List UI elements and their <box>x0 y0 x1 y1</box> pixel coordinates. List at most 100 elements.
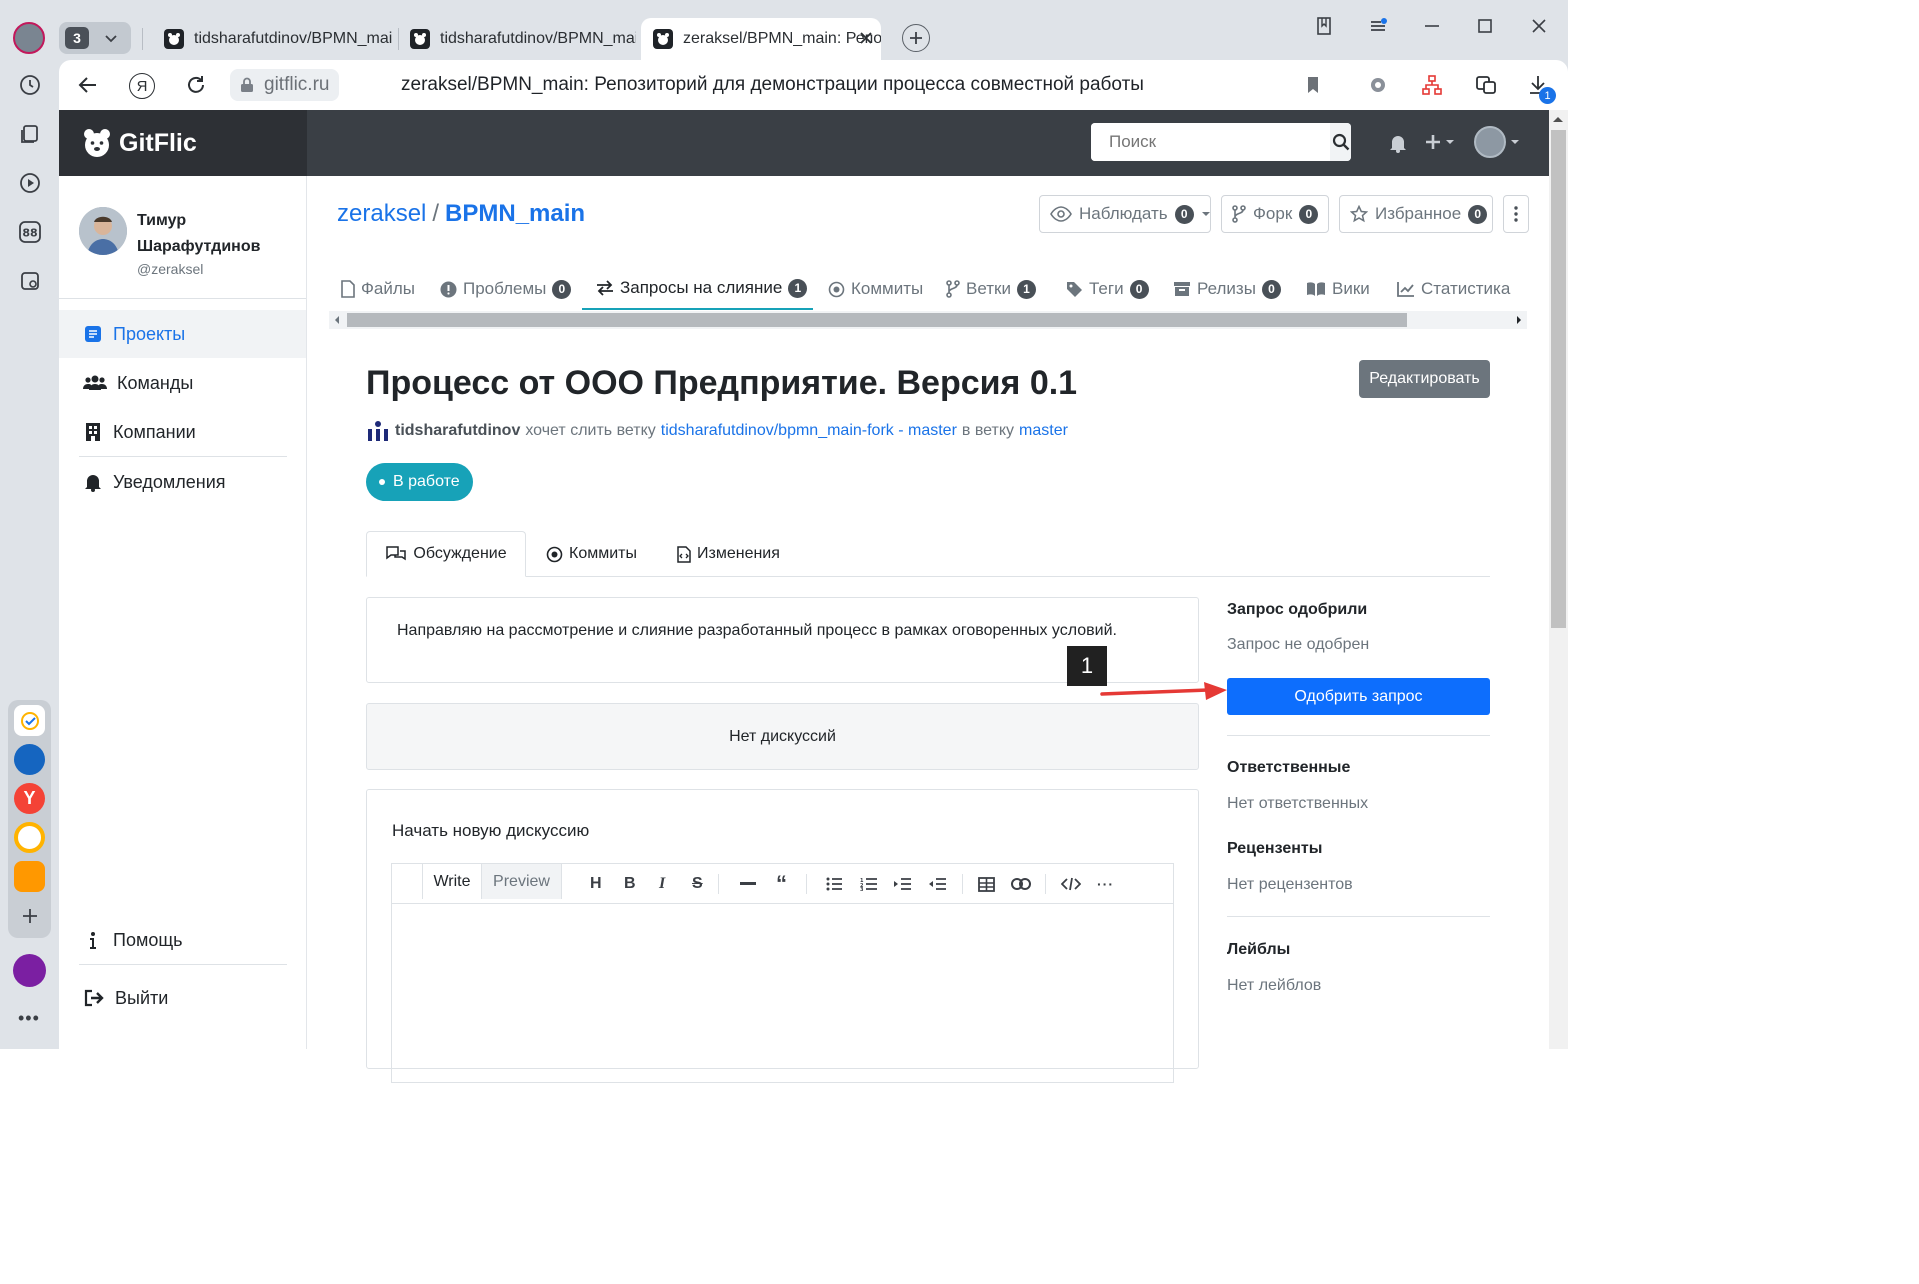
browser-tab-2[interactable]: tidsharafutdinov/BPMN_main <box>398 18 636 60</box>
screenshot-icon[interactable] <box>14 265 46 297</box>
yandex-app-icon[interactable]: Y <box>14 783 45 814</box>
comment-textarea[interactable] <box>392 905 1173 1082</box>
more-icon[interactable]: ••• <box>18 1008 40 1029</box>
messenger-app-icon[interactable] <box>14 744 45 775</box>
mail-app-icon[interactable] <box>14 861 45 892</box>
tab-wiki[interactable]: Вики <box>1306 268 1370 310</box>
tab-releases[interactable]: Релизы 0 <box>1173 268 1281 310</box>
heading-icon[interactable]: H <box>590 874 602 894</box>
extension-icon[interactable] <box>1366 73 1390 97</box>
search-icon[interactable] <box>1330 123 1351 161</box>
watch-button[interactable]: Наблюдать 0 <box>1039 195 1211 233</box>
write-tab[interactable]: Write <box>422 864 482 899</box>
page-scrollbar[interactable] <box>1549 110 1568 1049</box>
profile-avatar[interactable] <box>13 22 45 54</box>
numbered-list-icon[interactable]: 123 <box>860 874 877 894</box>
sidebar-item-projects[interactable]: Проекты <box>59 310 306 358</box>
user-avatar[interactable] <box>79 207 127 255</box>
minimize-icon[interactable] <box>1420 14 1444 38</box>
subtab-changes[interactable]: Изменения <box>677 531 780 577</box>
favorite-count: 0 <box>1468 204 1488 224</box>
scroll-up-icon[interactable] <box>1552 115 1564 123</box>
tab-issues[interactable]: Проблемы 0 <box>440 268 572 310</box>
close-window-icon[interactable] <box>1527 14 1551 38</box>
approve-button[interactable]: Одобрить запрос <box>1227 678 1490 715</box>
horizontal-rule-icon[interactable] <box>740 874 756 894</box>
history-icon[interactable] <box>14 69 46 101</box>
new-tab-icon[interactable] <box>902 24 930 52</box>
translate-icon[interactable] <box>1474 73 1498 97</box>
author-link[interactable]: tidsharafutdinov <box>395 422 520 440</box>
browser-tab-1[interactable]: tidsharafutdinov/BPMN_main <box>152 18 392 60</box>
preview-tab[interactable]: Preview <box>482 864 562 899</box>
tab-commits[interactable]: Коммиты <box>828 268 923 310</box>
scroll-left-icon[interactable] <box>333 315 341 325</box>
more-actions-button[interactable] <box>1503 195 1529 233</box>
scroll-right-icon[interactable] <box>1515 315 1523 325</box>
url-page-title[interactable]: zeraksel/BPMN_main: Репозиторий для демо… <box>401 74 1144 96</box>
sidebar-logout[interactable]: Выйти <box>59 974 306 1022</box>
music-app-icon[interactable] <box>14 822 45 853</box>
target-branch-link[interactable]: master <box>1019 422 1068 440</box>
italic-icon[interactable]: I <box>659 874 665 894</box>
alice-icon[interactable] <box>13 954 46 987</box>
table-icon[interactable] <box>978 874 995 894</box>
sidebar-item-teams[interactable]: Команды <box>59 359 306 407</box>
bookmarks-panel-icon[interactable] <box>1312 14 1336 38</box>
new-discussion-title: Начать новую дискуссию <box>392 821 590 840</box>
yandex-home-icon[interactable]: Я <box>129 73 155 99</box>
bold-icon[interactable]: B <box>624 874 636 894</box>
close-tab-icon[interactable] <box>858 30 874 46</box>
bell-icon[interactable] <box>1389 133 1407 153</box>
favorite-button[interactable]: Избранное 0 <box>1339 195 1493 233</box>
author-avatar <box>366 420 390 442</box>
subtab-discussion[interactable]: Обсуждение <box>366 531 526 577</box>
user-full-name[interactable]: Тимур Шарафутдинов <box>137 208 260 260</box>
fork-button[interactable]: Форк 0 <box>1221 195 1329 233</box>
sidebar-help[interactable]: Помощь <box>59 916 306 964</box>
tab-files[interactable]: Файлы <box>341 268 415 310</box>
tabs-scrollbar[interactable] <box>329 311 1527 329</box>
add-app-icon[interactable] <box>14 900 46 932</box>
tab-group-button[interactable]: 3 <box>59 22 131 54</box>
subtab-commits[interactable]: Коммиты <box>546 531 637 577</box>
scrollbar-thumb[interactable] <box>1551 130 1566 628</box>
tab-statistics[interactable]: Статистика <box>1397 268 1510 310</box>
strikethrough-icon[interactable]: S <box>692 874 703 894</box>
reload-icon[interactable] <box>184 73 208 97</box>
sitemap-extension-icon[interactable] <box>1420 73 1444 97</box>
repo-name-link[interactable]: BPMN_main <box>445 200 585 228</box>
tab-label: Вики <box>1332 279 1370 298</box>
browser-tab-active[interactable]: zeraksel/BPMN_main: Репозиторий <box>641 18 881 60</box>
maximize-icon[interactable] <box>1473 14 1497 38</box>
site-info-pill[interactable]: gitflic.ru <box>230 69 340 101</box>
collections-icon[interactable] <box>14 118 46 150</box>
menu-icon[interactable] <box>1366 14 1390 38</box>
scrollbar-thumb[interactable] <box>347 313 1407 327</box>
create-menu-icon[interactable] <box>1424 133 1455 151</box>
sidebar-item-notifications[interactable]: Уведомления <box>59 458 306 506</box>
tab-merge-requests[interactable]: Запросы на слияние 1 <box>582 268 813 310</box>
gitflic-logo[interactable]: GitFlic <box>59 110 307 176</box>
logo-text: GitFlic <box>119 128 197 157</box>
more-tools-icon[interactable]: ··· <box>1097 874 1114 894</box>
bullet-list-icon[interactable] <box>826 874 842 894</box>
quote-icon[interactable]: “ <box>776 871 787 896</box>
app-88-icon[interactable]: 88 <box>14 216 46 248</box>
tab-tags[interactable]: Теги 0 <box>1066 268 1149 310</box>
tab-branches[interactable]: Ветки 1 <box>946 268 1036 310</box>
link-icon[interactable] <box>1011 874 1031 894</box>
search-input[interactable] <box>1091 123 1330 161</box>
indent-icon[interactable] <box>894 874 911 894</box>
code-icon[interactable] <box>1061 874 1081 894</box>
bookmark-icon[interactable] <box>1303 75 1323 95</box>
tasks-app-icon[interactable] <box>14 705 45 736</box>
edit-button[interactable]: Редактировать <box>1359 360 1490 398</box>
video-icon[interactable] <box>14 167 46 199</box>
repo-owner-link[interactable]: zeraksel <box>337 200 426 228</box>
outdent-icon[interactable] <box>929 874 946 894</box>
source-branch-link[interactable]: tidsharafutdinov/bpmn_main-fork - master <box>661 422 957 440</box>
user-menu[interactable] <box>1474 126 1520 158</box>
back-icon[interactable] <box>76 73 100 97</box>
sidebar-item-companies[interactable]: Компании <box>59 408 306 456</box>
